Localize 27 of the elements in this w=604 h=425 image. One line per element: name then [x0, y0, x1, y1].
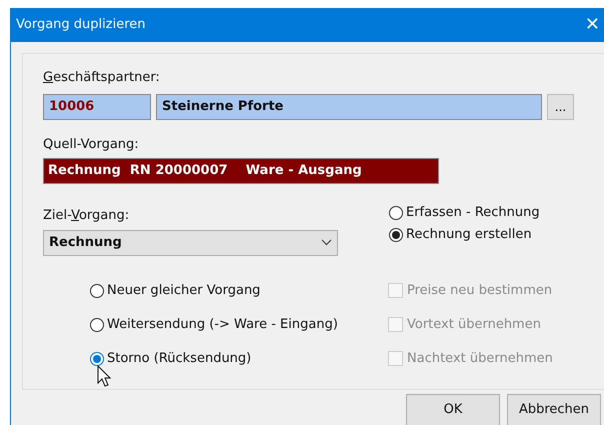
source-field: Rechnung RN 20000007 Ware - Ausgang	[43, 158, 439, 184]
mouse-cursor-icon	[97, 365, 111, 387]
radio-button[interactable]	[90, 352, 104, 366]
dialog-button[interactable]: OK	[406, 394, 500, 425]
checkbox-label: Nachtext übernehmen	[407, 350, 553, 368]
dialog-button[interactable]: Abbrechen	[507, 394, 601, 425]
radio-label: Storno (Rücksendung)	[107, 350, 252, 368]
chevron-down-icon	[321, 239, 332, 246]
checkbox-label: Preise neu bestimmen	[407, 282, 552, 300]
field-label: Ziel-Vorgang:	[43, 207, 130, 225]
partner-name-field[interactable]: Steinerne Pforte	[156, 94, 542, 120]
close-button[interactable]: ✕	[584, 16, 600, 34]
radio-label: Weitersendung (-> Ware - Eingang)	[107, 316, 338, 334]
checkbox-label: Vortext übernehmen	[407, 316, 541, 334]
window-title: Vorgang duplizieren	[16, 16, 146, 34]
partner-number-field[interactable]: 10006	[43, 94, 151, 120]
target-dropdown[interactable]: Rechnung	[43, 230, 338, 256]
radio-button[interactable]	[90, 318, 104, 332]
radio-label: Erfassen - Rechnung	[406, 204, 540, 222]
radio-label: Neuer gleicher Vorgang	[107, 282, 260, 300]
radio-button[interactable]	[389, 206, 403, 220]
radio-button[interactable]	[389, 228, 403, 242]
field-label: Quell-Vorgang:	[43, 136, 140, 154]
radio-label: Rechnung erstellen	[406, 226, 532, 244]
radio-button[interactable]	[90, 284, 104, 298]
field-label: Geschäftspartner:	[43, 69, 161, 87]
browse-button[interactable]: ...	[547, 94, 574, 120]
